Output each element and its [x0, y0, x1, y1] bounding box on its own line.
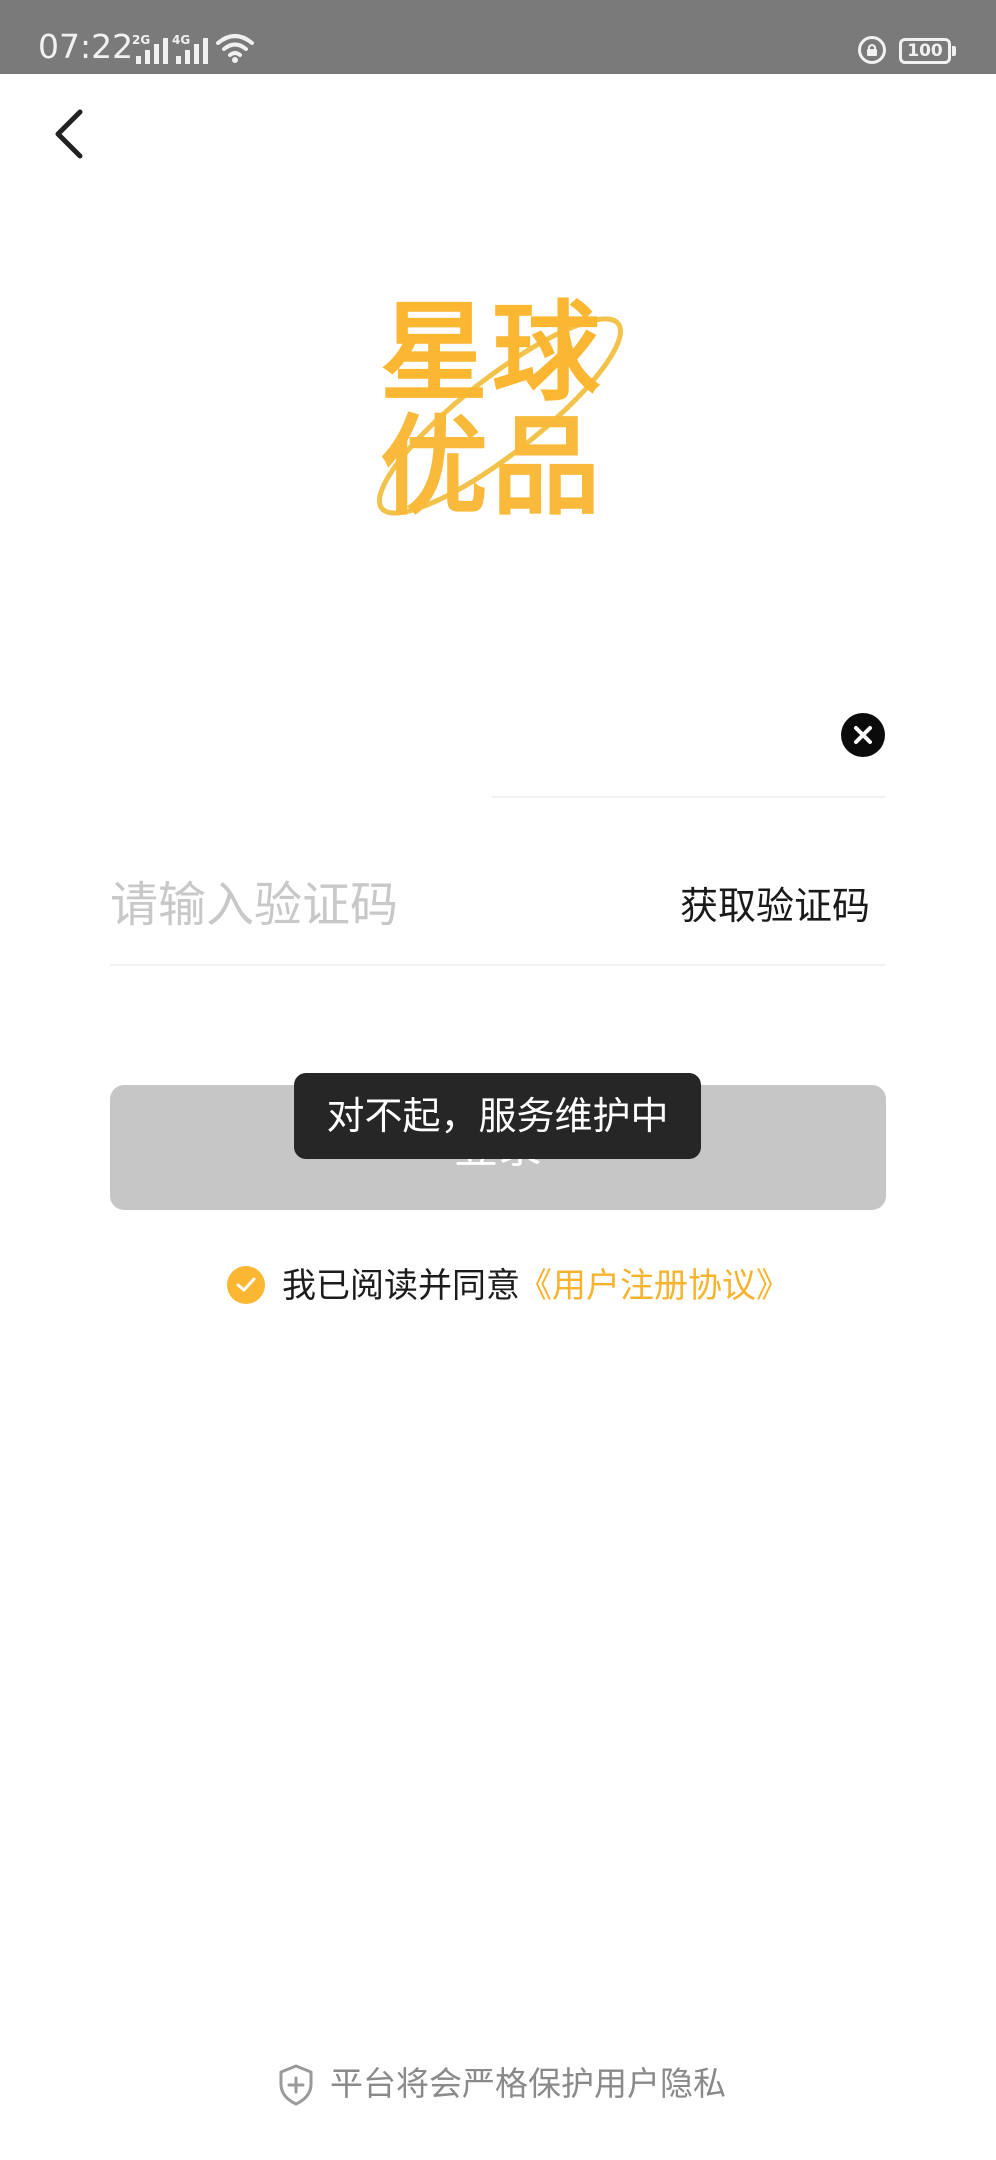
- logo-text-line2: 优品: [380, 405, 605, 530]
- back-button[interactable]: [46, 104, 96, 164]
- logo-text-line1: 星球: [380, 291, 605, 416]
- phone-field[interactable]: [492, 706, 822, 766]
- signal-2g-icon: 2G: [132, 34, 172, 64]
- battery-icon: 100: [899, 38, 951, 64]
- verification-code-input[interactable]: [110, 872, 630, 938]
- login-screen: 07:22 2G 4G 100 星球 优品 请输入验证码 获取验证码 对不起，服…: [0, 0, 996, 2160]
- close-icon: [854, 726, 872, 744]
- signal-4g-icon: 4G: [172, 34, 212, 64]
- clear-phone-button[interactable]: [841, 713, 885, 757]
- wifi-icon: [216, 34, 254, 63]
- toast-message: 对不起，服务维护中: [294, 1073, 701, 1159]
- checkmark-icon: [236, 1277, 256, 1292]
- battery-tip: [952, 46, 956, 56]
- shield-icon: [279, 2064, 313, 2106]
- chevron-left-icon: [55, 109, 83, 159]
- status-time: 07:22: [38, 27, 134, 66]
- user-agreement-link[interactable]: 《用户注册协议》: [518, 1264, 790, 1308]
- phone-divider: [492, 796, 885, 798]
- status-bar: 07:22 2G 4G 100: [0, 0, 996, 74]
- code-divider: [110, 964, 885, 966]
- privacy-notice: 平台将会严格保护用户隐私: [330, 2064, 726, 2103]
- agreement-text: 我已阅读并同意: [282, 1266, 520, 1306]
- get-code-button[interactable]: 获取验证码: [660, 880, 890, 932]
- app-logo: 星球 优品: [350, 296, 650, 536]
- agreement-checkbox[interactable]: [227, 1266, 265, 1304]
- rotation-lock-icon: [858, 36, 886, 64]
- battery-level: 100: [907, 41, 943, 61]
